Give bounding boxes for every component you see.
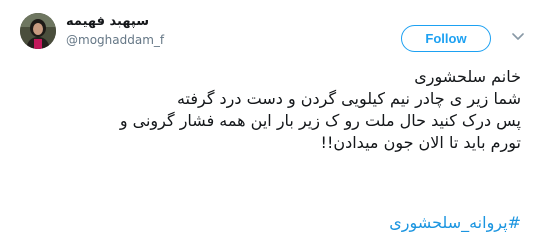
hashtag-link[interactable]: #پروانه_سلحشوری [389, 212, 521, 234]
follow-button[interactable]: Follow [401, 25, 491, 52]
chevron-down-icon[interactable] [512, 32, 524, 42]
avatar[interactable] [20, 13, 56, 49]
tweet-text-line: تورم باید تا الان جون میدادن!! [320, 133, 521, 152]
tweet-text-line: خانم سلحشوری [414, 67, 521, 86]
tweet-text: خانم سلحشوری شما زیر ی چادر نیم کیلویی گ… [21, 66, 521, 154]
user-display-name[interactable]: سپهبد فهیمه [66, 13, 149, 30]
user-handle[interactable]: @moghaddam_f [66, 32, 164, 48]
tweet-card: سپهبد فهیمه @moghaddam_f Follow خانم سلح… [0, 0, 539, 245]
avatar-image [20, 13, 56, 49]
tweet-text-line: شما زیر ی چادر نیم کیلویی گردن و دست درد… [176, 89, 521, 108]
tweet-text-line: پس درک کنید حال ملت رو ک زیر بار این همه… [119, 111, 521, 130]
